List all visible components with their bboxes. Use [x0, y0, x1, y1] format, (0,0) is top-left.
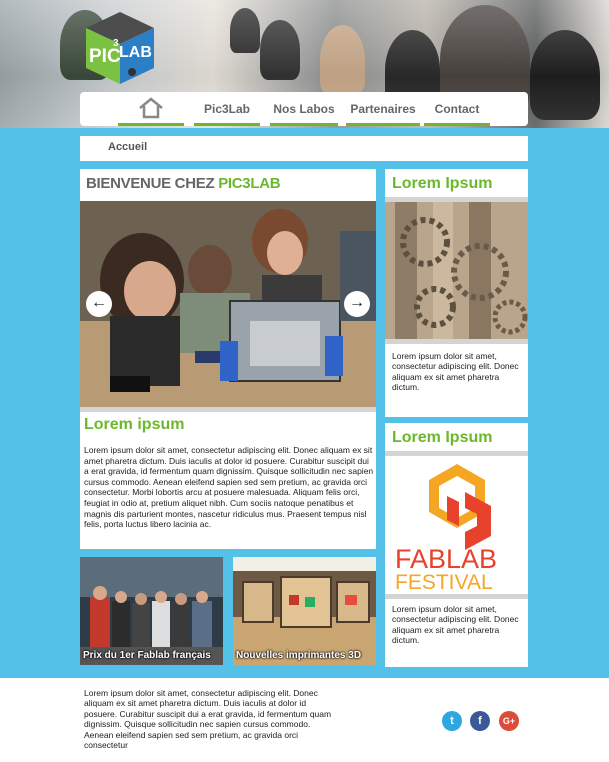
main-section-heading: Lorem ipsum [84, 416, 185, 433]
home-icon [139, 97, 163, 119]
pic3lab-logo[interactable]: PIC LAB 3 [82, 10, 158, 86]
breadcrumb: Accueil [80, 136, 528, 161]
slider-prev-button[interactable]: ← [86, 291, 112, 317]
nav-item-contact[interactable]: Contact [424, 92, 490, 126]
slider-divider [80, 407, 376, 412]
image-slider[interactable]: ← → [80, 201, 376, 407]
sidebar-card-2-title: Lorem Ipsum [392, 429, 493, 446]
google-plus-icon[interactable]: G+ [499, 711, 519, 731]
footer-text: Lorem ipsum dolor sit amet, consectetur … [84, 688, 332, 751]
breadcrumb-home-link[interactable]: Accueil [108, 141, 147, 153]
logo-digit-text: 3 [113, 38, 119, 49]
footer: Lorem ipsum dolor sit amet, consectetur … [0, 678, 609, 762]
sidebar-card-2-divider-bottom [385, 594, 528, 599]
welcome-accent: PIC3LAB [218, 175, 281, 192]
facebook-icon[interactable]: f [470, 711, 490, 731]
gears-image [385, 202, 528, 339]
twitter-icon[interactable]: t [442, 711, 462, 731]
slider-next-button[interactable]: → [344, 291, 370, 317]
nav-item-nos-labos[interactable]: Nos Labos [270, 92, 338, 126]
sidebar-card-1-divider-bottom [385, 339, 528, 344]
fablab-logo-line2: FESTIVAL [395, 571, 493, 594]
sidebar-card-2-text: Lorem ipsum dolor sit amet, consectetur … [392, 604, 519, 646]
slider-photo [80, 201, 376, 407]
logo-lab-text: LAB [119, 44, 152, 61]
thumbnail-3d-printers-image [233, 557, 376, 665]
thumbnail-fablab-prize[interactable]: Prix du 1er Fablab français [80, 557, 223, 665]
thumbnail-fablab-prize-caption: Prix du 1er Fablab français [83, 650, 211, 661]
sidebar-card-2: Lorem Ipsum FABLAB FESTIVAL Lorem ipsum … [385, 423, 528, 667]
welcome-prefix: BIENVENUE CHEZ [86, 175, 219, 192]
welcome-heading: BIENVENUE CHEZ PIC3LAB [86, 175, 281, 192]
sidebar-card-1: Lorem Ipsum Lorem ipsum dolor sit amet, … [385, 169, 528, 417]
main-nav: Pic3Lab Nos Labos Partenaires Contact [80, 92, 528, 126]
main-panel: BIENVENUE CHEZ PIC3LAB ← → Lorem ipsum L… [80, 169, 376, 549]
fablab-festival-logo: FABLAB FESTIVAL [385, 456, 528, 594]
nav-item-pic3lab[interactable]: Pic3Lab [194, 92, 260, 126]
nav-item-partenaires[interactable]: Partenaires [346, 92, 420, 126]
sidebar-card-1-title: Lorem Ipsum [392, 175, 493, 192]
main-section-text: Lorem ipsum dolor sit amet, consectetur … [84, 445, 374, 530]
nav-item-home[interactable] [118, 92, 184, 126]
thumbnail-3d-printers-caption: Nouvelles imprimantes 3D [236, 650, 362, 661]
fablab-logo-line1: FABLAB [395, 544, 497, 574]
thumbnail-3d-printers[interactable]: Nouvelles imprimantes 3D [233, 557, 376, 665]
sidebar-card-1-text: Lorem ipsum dolor sit amet, consectetur … [392, 351, 519, 393]
logo-pic-text: PIC [89, 46, 121, 67]
thumbnail-fablab-prize-image [80, 557, 223, 665]
